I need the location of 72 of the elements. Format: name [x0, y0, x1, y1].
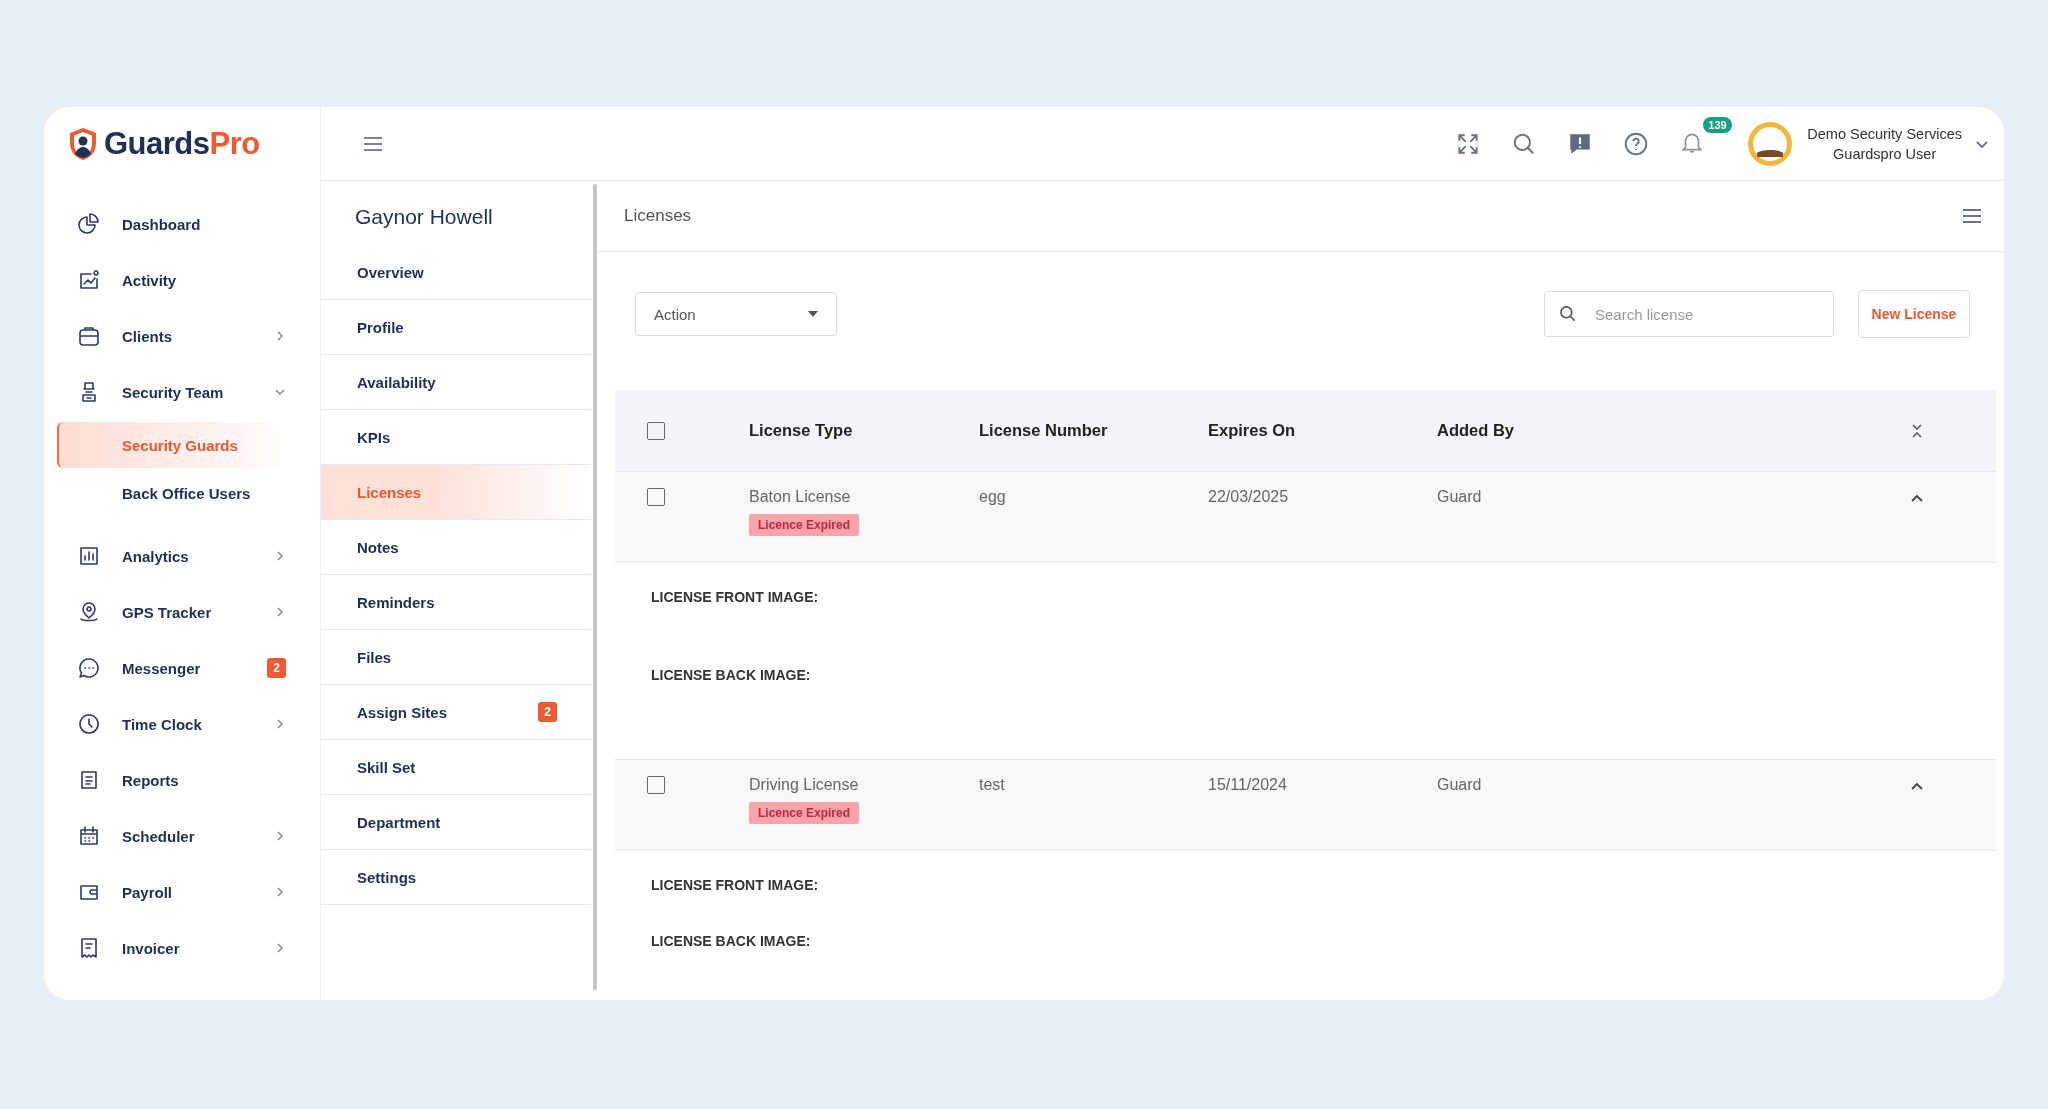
table-cell: Driving License — [749, 776, 859, 794]
action-dropdown[interactable]: Action — [635, 292, 837, 336]
profile-tab[interactable]: Settings — [321, 850, 591, 905]
sidebar-item[interactable]: Invoicer — [44, 920, 320, 976]
table-cell-text: 22/03/2025 — [1208, 488, 1290, 506]
page-title: Licenses — [624, 206, 692, 226]
sidebar-item[interactable]: Clients — [44, 308, 320, 364]
table-cell-text: Guard — [1437, 776, 1483, 794]
checkbox[interactable] — [647, 421, 665, 440]
table-cell-text: Guard — [1437, 488, 1483, 506]
detail-label: LICENSE BACK IMAGE: — [651, 667, 812, 683]
bar-chart-icon — [77, 544, 101, 568]
chevron-icon[interactable] — [1910, 494, 1924, 504]
sidebar-item[interactable]: GPS Tracker — [44, 584, 320, 640]
sidebar-item[interactable]: Analytics — [44, 528, 320, 584]
detail-label: LICENSE FRONT IMAGE: — [651, 877, 820, 893]
detail-label: LICENSE BACK IMAGE: — [651, 933, 812, 949]
checkbox[interactable] — [647, 488, 665, 506]
profile-tab[interactable]: Reminders — [321, 575, 591, 630]
profile-tab[interactable]: Profile — [321, 300, 591, 355]
location-pin-icon — [77, 600, 101, 624]
count-badge: 2 — [538, 702, 557, 722]
column-header[interactable]: License Type — [749, 421, 979, 440]
profile-tab[interactable]: Skill Set — [321, 740, 591, 795]
logo-text: GuardsPro — [104, 125, 260, 162]
sidebar-item[interactable]: Messenger 2 — [44, 640, 320, 696]
sidebar-item[interactable]: Security Team — [44, 364, 320, 420]
caret-icon — [808, 311, 818, 317]
chevron-icon[interactable] — [1910, 782, 1924, 792]
chat-bubble-icon — [77, 656, 101, 680]
scrollbar[interactable] — [593, 184, 597, 990]
profile-tab[interactable]: Department — [321, 795, 591, 850]
status-badge: Licence Expired — [749, 802, 860, 824]
briefcase-icon — [77, 324, 101, 348]
search-field[interactable]: Search license — [1544, 291, 1834, 337]
sidebar-item[interactable]: Scheduler — [44, 808, 320, 864]
table-cell-text: 15/11/2024 — [1208, 776, 1288, 794]
profile-tab[interactable]: Availability — [321, 355, 591, 410]
user-name: Demo Security Services — [1807, 125, 1962, 142]
profile-tab[interactable]: Notes — [321, 520, 591, 575]
sidebar-subitem[interactable]: Back Office Users — [57, 470, 300, 516]
notification-badge: 139 — [1703, 116, 1732, 133]
table-row[interactable]: Driving License Licence Expired test 15/11/2024 Guard — [615, 759, 1996, 851]
checkbox[interactable] — [647, 776, 665, 794]
shield-logo-icon — [68, 126, 98, 161]
sidebar-item[interactable]: Reports — [44, 752, 320, 808]
help-icon[interactable] — [1623, 130, 1650, 157]
count-badge: 2 — [267, 658, 286, 678]
avatar[interactable] — [1747, 120, 1794, 167]
profile-tab[interactable]: Files — [321, 630, 591, 685]
clock-icon — [77, 712, 101, 736]
sidebar-item[interactable]: Time Clock — [44, 696, 320, 752]
column-header[interactable]: License Number — [979, 421, 1208, 440]
trend-chart-icon — [77, 268, 101, 292]
collapse-all-icon[interactable] — [1911, 422, 1923, 439]
profile-tab[interactable]: Overview — [321, 245, 591, 300]
column-header[interactable]: Expires On — [1208, 421, 1437, 440]
table-cell: Baton License — [749, 488, 851, 506]
calendar-icon — [77, 824, 101, 848]
sidebar-item[interactable]: Dashboard — [44, 196, 320, 252]
sidebar-item[interactable]: Payroll — [44, 864, 320, 920]
user-role: Guardspro User — [1833, 145, 1937, 162]
status-badge: Licence Expired — [749, 514, 860, 536]
column-header[interactable]: Added By — [1437, 421, 1867, 440]
sidebar-item[interactable]: Activity — [44, 252, 320, 308]
pie-chart-icon — [77, 212, 101, 236]
guard-name: Gaynor Howell — [354, 204, 494, 230]
table-row[interactable]: Baton License Licence Expired egg 22/03/2025 Guard — [615, 471, 1996, 563]
table-cell-text: egg — [979, 488, 1007, 506]
table-cell-text: test — [979, 776, 1006, 794]
profile-tab[interactable]: Assign Sites 2 — [321, 685, 591, 740]
detail-label: LICENSE FRONT IMAGE: — [651, 589, 820, 605]
